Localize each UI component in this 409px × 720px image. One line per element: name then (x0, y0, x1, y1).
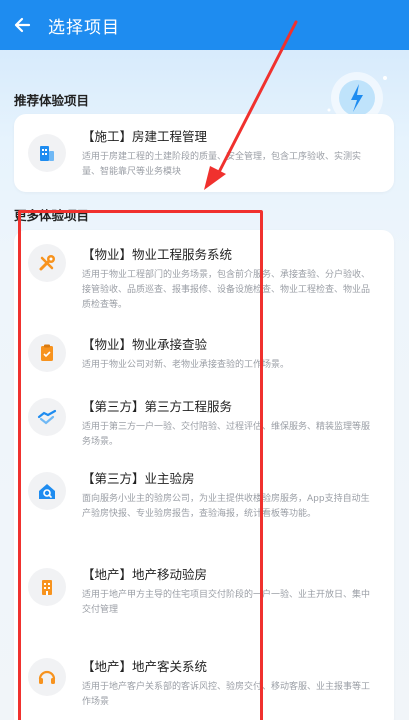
project-item-realestate-inspection[interactable]: 【地产】地产移动验房 适用于地产甲方主导的住宅项目交付阶段的一户一验、业主开放日… (14, 560, 394, 640)
app-header: 选择项目 (0, 0, 409, 50)
headset-icon (28, 658, 66, 696)
project-item-property-engineering[interactable]: 【物业】物业工程服务系统 适用于物业工程部门的业务场景，包含前介服务、承接查验、… (14, 230, 394, 325)
house-search-icon (28, 472, 66, 510)
item-desc: 适用于物业工程部门的业务场景，包含前介服务、承接查验、分户验收、接管验收、品质巡… (82, 270, 371, 310)
more-section-title: 更多体验项目 (14, 208, 90, 223)
recommended-card: 【施工】房建工程管理 适用于房建工程的土建阶段的质量、安全管理，包含工序验收、实… (14, 114, 394, 192)
item-title: 【物业】物业工程服务系统 (82, 247, 233, 262)
project-item-customer-relations[interactable]: 【地产】地产客关系统 适用于地产客户关系部的客诉风控、验房交付、移动客服、业主报… (14, 648, 394, 720)
building-small-icon (28, 568, 66, 606)
item-title: 【地产】地产移动验房 (82, 567, 208, 582)
item-desc: 面向服务小业主的验房公司，为业主提供收楼验房服务，App支持自动生产验房快报、专… (82, 494, 370, 519)
back-button[interactable] (0, 0, 44, 50)
item-title: 【物业】物业承接查验 (82, 337, 208, 352)
item-desc: 适用于地产甲方主导的住宅项目交付阶段的一户一验、业主开放日、集中交付管理 (82, 590, 371, 615)
recommended-section-title: 推荐体验项目 (14, 93, 90, 108)
more-card: 【物业】物业工程服务系统 适用于物业工程部门的业务场景，包含前介服务、承接查验、… (14, 230, 394, 720)
item-desc: 适用于物业公司对新、老物业承接查验的工作场景。 (82, 360, 290, 370)
project-item-third-party-service[interactable]: 【第三方】第三方工程服务 适用于第三方一户一验、交付陪验、过程评估、维保服务、精… (14, 390, 394, 460)
building-icon (28, 134, 66, 172)
project-item-construction[interactable]: 【施工】房建工程管理 适用于房建工程的土建阶段的质量、安全管理，包含工序验收、实… (14, 114, 394, 192)
tools-icon (28, 244, 66, 282)
item-desc: 适用于房建工程的土建阶段的质量、安全管理，包含工序验收、实测实量、智能靠尺等业务… (82, 152, 362, 177)
project-item-property-handover[interactable]: 【物业】物业承接查验 适用于物业公司对新、老物业承接查验的工作场景。 (14, 326, 394, 386)
handshake-icon (28, 398, 66, 436)
arrow-left-icon (14, 17, 31, 33)
item-title: 【第三方】业主验房 (82, 471, 195, 486)
clipboard-icon (28, 334, 66, 372)
page-title: 选择项目 (48, 17, 120, 38)
item-desc: 适用于地产客户关系部的客诉风控、验房交付、移动客服、业主报事等工作场景 (82, 682, 371, 707)
item-title: 【施工】房建工程管理 (82, 129, 208, 144)
item-title: 【地产】地产客关系统 (82, 659, 208, 674)
project-item-owner-inspection[interactable]: 【第三方】业主验房 面向服务小业主的验房公司，为业主提供收楼验房服务，App支持… (14, 462, 394, 554)
item-desc: 适用于第三方一户一验、交付陪验、过程评估、维保服务、精装监理等服务场景。 (82, 422, 371, 447)
item-title: 【第三方】第三方工程服务 (82, 399, 233, 414)
